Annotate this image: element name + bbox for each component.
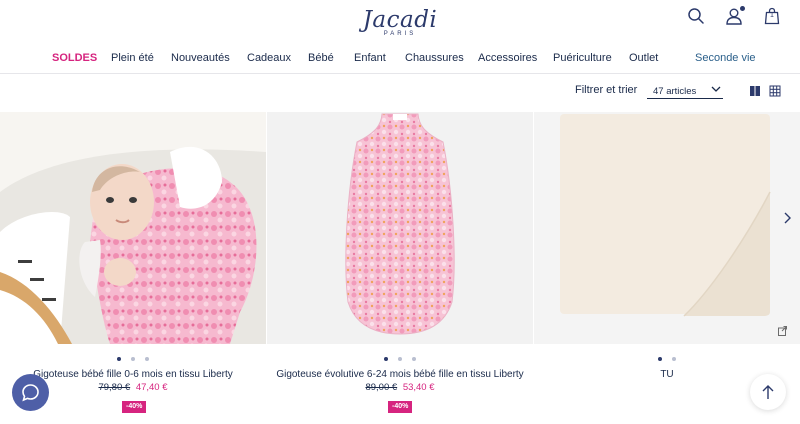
- share-icon[interactable]: [777, 325, 788, 336]
- account-icon[interactable]: [725, 6, 745, 25]
- chat-bubble-icon: [22, 384, 39, 402]
- filter-sort-button[interactable]: Filtrer et trier: [575, 84, 637, 96]
- carousel-dot[interactable]: [412, 356, 416, 361]
- chevron-right-icon[interactable]: [781, 211, 793, 225]
- cart-icon[interactable]: 1: [763, 7, 781, 25]
- nav-item-outlet[interactable]: Outlet: [629, 52, 658, 64]
- old-price: 79,80 €: [98, 382, 131, 393]
- nav-item-cadeaux[interactable]: Cadeaux: [247, 52, 291, 64]
- sale-price: 47,40 €: [135, 382, 168, 393]
- nav-item-nouveautes[interactable]: Nouveautés: [171, 52, 230, 64]
- sale-price: 53,40 €: [402, 382, 435, 393]
- image-carousel-dots: [267, 350, 533, 361]
- nav-item-seconde-vie[interactable]: Seconde vie: [695, 52, 756, 64]
- brand-logo[interactable]: Jacadi PARIS: [360, 8, 440, 37]
- brand-name: Jacadi: [362, 7, 438, 33]
- nav-item-chaussures[interactable]: Chaussures: [405, 52, 464, 64]
- nav-item-puericulture[interactable]: Puériculture: [553, 52, 612, 64]
- main-navigation: SOLDES Plein été Nouveautés Cadeaux Bébé…: [0, 44, 800, 74]
- product-image[interactable]: [267, 112, 533, 344]
- image-carousel-dots: [534, 350, 800, 361]
- search-icon[interactable]: [687, 7, 705, 25]
- grid-large-icon[interactable]: [749, 85, 761, 97]
- nav-item-accessoires[interactable]: Accessoires: [478, 52, 537, 64]
- back-to-top-button[interactable]: [750, 374, 786, 410]
- old-price: 89,00 €: [365, 382, 398, 393]
- product-image[interactable]: [0, 112, 266, 344]
- chat-button[interactable]: [12, 374, 49, 411]
- product-image[interactable]: [534, 112, 800, 344]
- carousel-dot[interactable]: [117, 356, 121, 361]
- nav-item-enfant[interactable]: Enfant: [354, 52, 386, 64]
- site-header: Jacadi PARIS 1: [0, 0, 800, 42]
- arrow-up-icon: [762, 385, 774, 399]
- listing-toolbar: Filtrer et trier 47 articles: [0, 78, 800, 104]
- grid-small-icon[interactable]: [769, 85, 781, 97]
- chevron-down-icon: [711, 86, 721, 92]
- nav-item-soldes[interactable]: SOLDES: [52, 52, 97, 64]
- article-count: 47 articles: [653, 86, 697, 97]
- carousel-dot[interactable]: [384, 356, 388, 361]
- nav-item-bebe[interactable]: Bébé: [308, 52, 334, 64]
- discount-badge: -40%: [388, 401, 413, 413]
- carousel-dot[interactable]: [398, 356, 402, 361]
- article-count-select[interactable]: 47 articles: [647, 81, 723, 99]
- discount-badge: -40%: [122, 401, 147, 413]
- image-carousel-dots: [0, 350, 266, 361]
- price-row: 89,00 € 53,40 €: [267, 382, 533, 393]
- cart-count: 1: [770, 12, 774, 19]
- carousel-dot[interactable]: [131, 356, 135, 361]
- carousel-dot[interactable]: [672, 356, 676, 361]
- account-notification-dot: [740, 6, 745, 11]
- product-name[interactable]: Gigoteuse évolutive 6-24 mois bébé fille…: [267, 369, 533, 380]
- carousel-dot[interactable]: [145, 356, 149, 361]
- carousel-dot[interactable]: [658, 356, 662, 361]
- product-card[interactable]: Gigoteuse évolutive 6-24 mois bébé fille…: [267, 112, 533, 424]
- nav-item-plein-ete[interactable]: Plein été: [111, 52, 154, 64]
